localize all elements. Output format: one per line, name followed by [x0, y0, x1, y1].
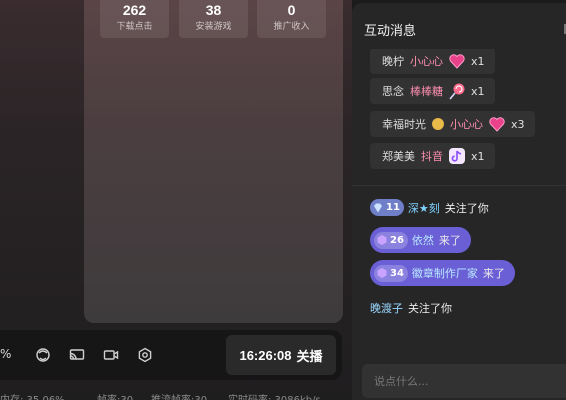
gift-count: x1: [471, 54, 485, 68]
event-action: 来了: [438, 234, 461, 247]
stat-downloads: 262 下载点击: [100, 0, 169, 38]
gift-user: 郑美美: [382, 150, 415, 163]
event-item: 26 依然 来了: [370, 227, 471, 253]
event-item: 11 深★刻 关注了你: [370, 199, 489, 216]
event-user[interactable]: 晚渡子: [370, 300, 403, 316]
user-level-badge: 11: [370, 199, 404, 216]
user-level-badge: 26: [374, 231, 408, 249]
stat-income: 0 推广收入: [257, 0, 326, 38]
camera-icon[interactable]: [101, 345, 121, 365]
chat-input-box[interactable]: [362, 364, 566, 398]
bitrate: 实时码率: 3086kb/s: [228, 391, 321, 400]
gift-user: 幸福时光: [382, 118, 426, 131]
event-pill: 34 徽章制作厂家 来了: [370, 260, 515, 286]
event-user[interactable]: 徽章制作厂家: [412, 265, 478, 281]
event-action: 来了: [482, 267, 505, 280]
event-user[interactable]: 依然: [412, 232, 434, 248]
gift-count: x1: [471, 149, 485, 163]
gift-item: 晚柠 小心心 x1: [370, 49, 495, 74]
stat-value: 0: [287, 2, 296, 18]
douyin-gift-icon: [449, 148, 465, 164]
stat-label: 安装游戏: [195, 22, 232, 32]
smiley-icon: [432, 118, 444, 130]
beauty-icon[interactable]: [33, 345, 53, 365]
gift-name: 抖音: [421, 150, 443, 163]
gem-icon: [377, 235, 387, 245]
stat-value: 38: [205, 2, 222, 18]
stat-label: 下载点击: [116, 22, 153, 32]
gift-item: 幸福时光 小心心 x3: [370, 111, 535, 137]
stat-value: 262: [122, 2, 147, 18]
memory-usage: 内存: 35.06%: [0, 391, 65, 400]
gift-list[interactable]: 晚柠 小心心 x1 思念 棒棒糖 x1 幸福时光 小心心 x3 郑美美 抖音 x…: [352, 49, 566, 186]
gift-count: x3: [511, 117, 525, 131]
stat-label: 推广收入: [273, 22, 310, 32]
gift-name: 小心心: [410, 55, 443, 68]
end-live-label: 关播: [296, 348, 323, 364]
percent-readout: %: [0, 347, 12, 361]
gift-user: 思念: [382, 85, 404, 98]
screen-cast-icon[interactable]: [67, 345, 87, 365]
gift-user: 晚柠: [382, 55, 404, 68]
user-level: 11: [386, 202, 400, 213]
gift-count: x1: [471, 84, 485, 98]
event-action: 关注了你: [408, 302, 452, 315]
interaction-panel: 互动消息 晚柠 小心心 x1 思念 棒棒糖 x1 幸福时光 小心心 x3 郑美美…: [352, 3, 566, 400]
settings-icon[interactable]: [135, 345, 155, 365]
gift-item: 郑美美 抖音 x1: [370, 143, 495, 169]
chat-input[interactable]: [362, 364, 566, 398]
panel-title: 互动消息: [364, 24, 417, 39]
heart-gift-icon: [449, 54, 465, 69]
stats-panel: 262 下载点击 38 安装游戏 0 推广收入: [84, 0, 343, 323]
event-item: 晚渡子 关注了你: [370, 300, 452, 316]
user-level: 34: [390, 267, 404, 279]
gift-item: 思念 棒棒糖 x1: [370, 78, 495, 104]
event-user[interactable]: 深★刻: [408, 200, 440, 216]
user-level: 26: [390, 234, 404, 246]
gem-icon: [374, 203, 382, 212]
lollipop-gift-icon: [449, 83, 465, 100]
stat-installs: 38 安装游戏: [179, 0, 248, 38]
live-timer: 16:26:08: [239, 347, 292, 363]
gift-name: 棒棒糖: [410, 85, 443, 98]
frame-rate: 帧率:30: [97, 391, 133, 400]
status-bar: 内存: 35.06% 帧率:30 推流帧率:30 实时码率: 3086kb/s: [0, 388, 350, 400]
gift-name: 小心心: [450, 118, 483, 131]
end-live-button[interactable]: 16:26:08 关播: [226, 335, 336, 375]
gem-icon: [377, 268, 387, 278]
user-level-badge: 34: [374, 264, 408, 282]
event-pill: 26 依然 来了: [370, 227, 471, 253]
live-toolbar: % 16:26:08 关播: [0, 330, 342, 380]
push-frame-rate: 推流帧率:30: [151, 391, 207, 400]
heart-gift-icon: [489, 117, 505, 132]
event-item: 34 徽章制作厂家 来了: [370, 260, 515, 286]
event-action: 关注了你: [444, 201, 489, 215]
